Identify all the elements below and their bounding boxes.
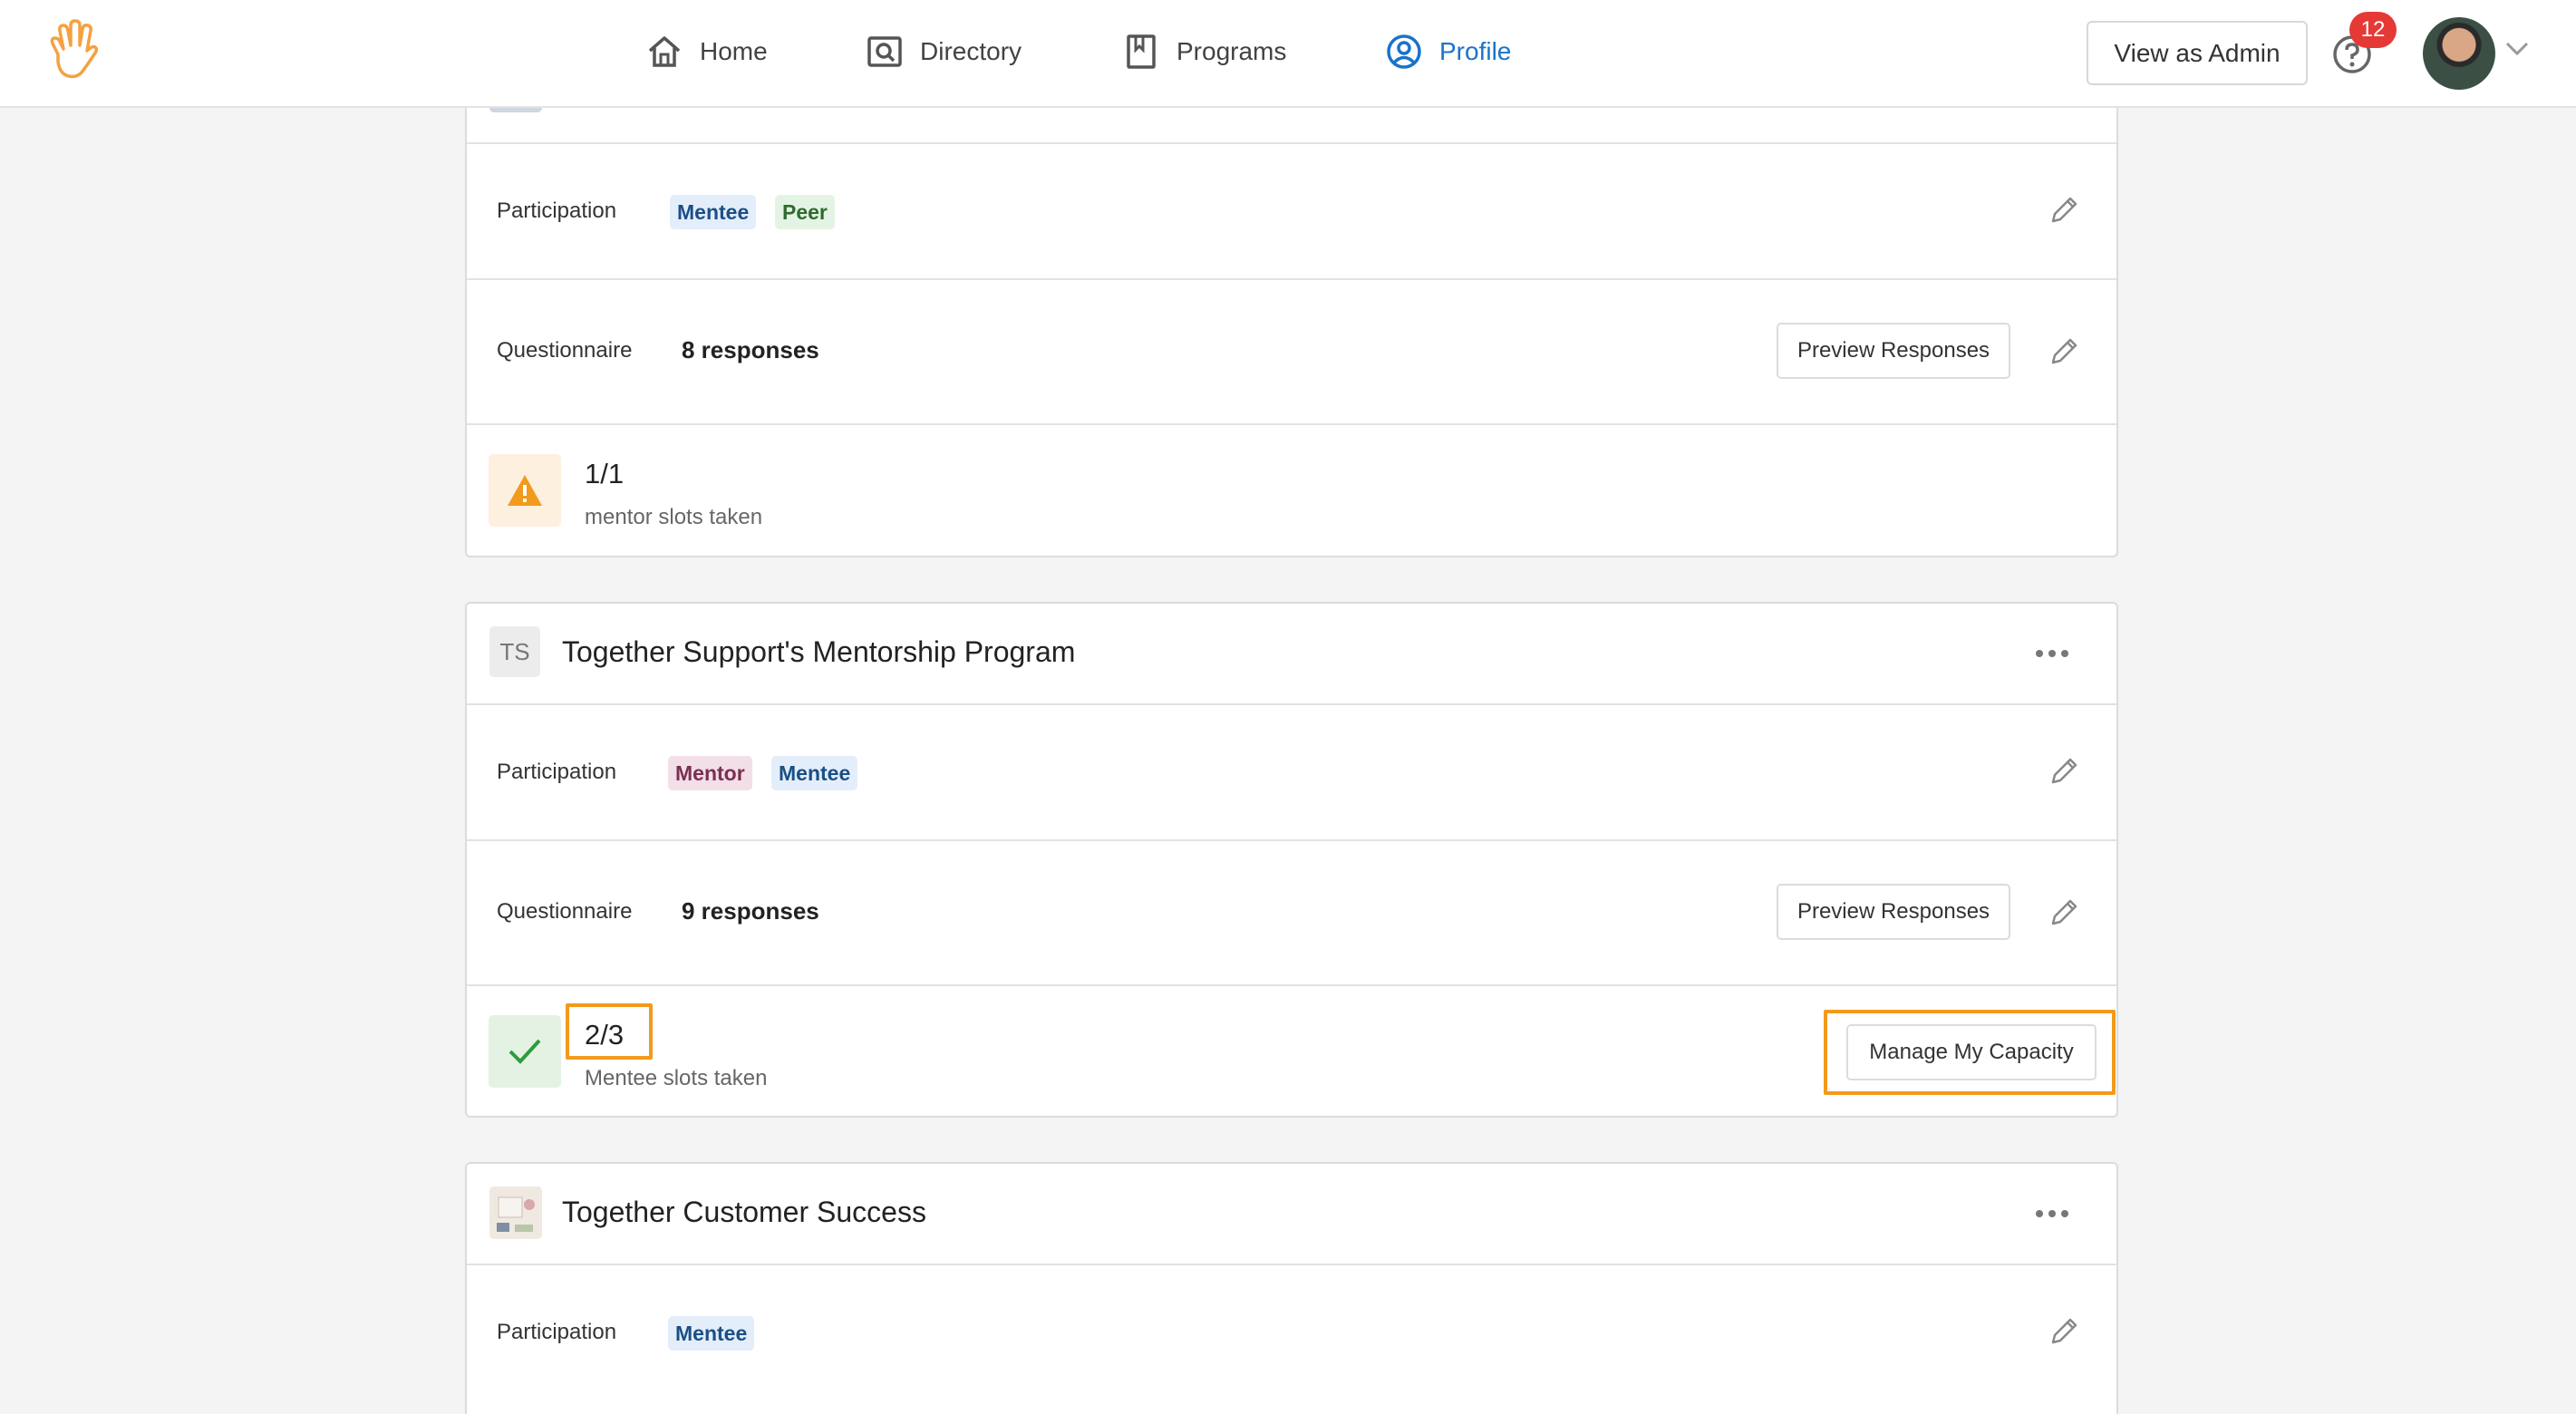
program-thumbnail-image: [489, 1186, 542, 1239]
warning-icon: [508, 475, 542, 506]
top-navigation-bar: Home Directory Programs Profile View as …: [0, 0, 2576, 108]
program-thumbnail: [489, 1186, 542, 1239]
nav-profile-label: Profile: [1439, 37, 1512, 65]
responses-count: 8 responses: [682, 336, 819, 363]
program-title: Together Support's Mentorship Program: [562, 635, 1076, 668]
participation-row: Participation Mentor Mentee: [467, 703, 2116, 839]
role-tag-peer: Peer: [775, 195, 835, 229]
participation-label: Participation: [497, 760, 617, 784]
chevron-down-icon[interactable]: [2503, 40, 2531, 58]
card-header: TS Together Support's Mentorship Program: [467, 604, 2116, 703]
view-as-admin-button[interactable]: View as Admin: [2087, 21, 2308, 85]
avatar[interactable]: [2423, 17, 2495, 90]
home-icon: [648, 36, 681, 67]
role-tag-mentee: Mentee: [668, 1316, 755, 1351]
more-options-icon[interactable]: [2035, 649, 2069, 658]
slots-description: mentor slots taken: [585, 505, 763, 529]
preview-responses-button[interactable]: Preview Responses: [1777, 884, 2010, 940]
edit-pencil-icon[interactable]: [2048, 336, 2079, 367]
nav-item-profile[interactable]: Profile: [1385, 27, 1511, 76]
questionnaire-row: Questionnaire 9 responses Preview Respon…: [467, 839, 2116, 984]
slots-description: Mentee slots taken: [585, 1066, 768, 1090]
program-title: Together Customer Success: [562, 1196, 926, 1228]
nav-home-label: Home: [700, 37, 768, 65]
role-tag-mentee: Mentee: [670, 195, 757, 229]
nav-item-directory[interactable]: Directory: [866, 27, 1022, 76]
participation-label: Participation: [497, 199, 617, 223]
participation-row: Participation Mentee: [467, 1264, 2116, 1399]
program-card: Together Customer Success Participation …: [465, 1162, 2118, 1414]
participation-label: Participation: [497, 1320, 617, 1344]
preview-responses-button[interactable]: Preview Responses: [1777, 323, 2010, 379]
program-initials-badge: TS: [489, 626, 540, 677]
role-tag-mentor: Mentor: [668, 756, 752, 790]
profile-icon: [1387, 34, 1421, 69]
warning-status-box: [489, 454, 561, 527]
success-status-box: [489, 1015, 561, 1088]
waving-hand-logo-icon[interactable]: [45, 18, 102, 80]
slots-count: 1/1: [585, 458, 625, 489]
slots-row: 1/1 mentor slots taken: [467, 423, 2116, 557]
participation-row: Participation Mentee Peer: [467, 142, 2116, 278]
questionnaire-label: Questionnaire: [497, 899, 633, 924]
book-icon: [1127, 34, 1156, 69]
program-card: TS Together Support's Mentorship Program…: [465, 602, 2118, 1118]
card-header: Together Customer Success: [467, 1164, 2116, 1264]
checkmark-icon: [508, 1039, 541, 1064]
edit-pencil-icon[interactable]: [2048, 897, 2079, 928]
slots-row: 2/3 Mentee slots taken Manage My Capacit…: [467, 984, 2116, 1118]
nav-item-home[interactable]: Home: [645, 27, 768, 76]
nav-programs-label: Programs: [1177, 37, 1287, 65]
nav-item-programs[interactable]: Programs: [1122, 27, 1286, 76]
questionnaire-row: Questionnaire 8 responses Preview Respon…: [467, 278, 2116, 423]
edit-pencil-icon[interactable]: [2048, 195, 2079, 226]
role-tag-mentee: Mentee: [771, 756, 858, 790]
questionnaire-label: Questionnaire: [497, 338, 633, 363]
responses-count: 9 responses: [682, 897, 819, 925]
edit-pencil-icon[interactable]: [2048, 756, 2079, 787]
directory-icon: [867, 36, 902, 67]
nav-directory-label: Directory: [920, 37, 1022, 65]
program-card: Participation Mentee Peer Questionnaire …: [465, 54, 2118, 557]
manage-capacity-button[interactable]: Manage My Capacity: [1846, 1024, 2097, 1080]
slots-count: 2/3: [585, 1019, 625, 1051]
edit-pencil-icon[interactable]: [2048, 1316, 2079, 1347]
more-options-icon[interactable]: [2035, 1209, 2069, 1218]
notification-badge[interactable]: 12: [2349, 12, 2397, 48]
